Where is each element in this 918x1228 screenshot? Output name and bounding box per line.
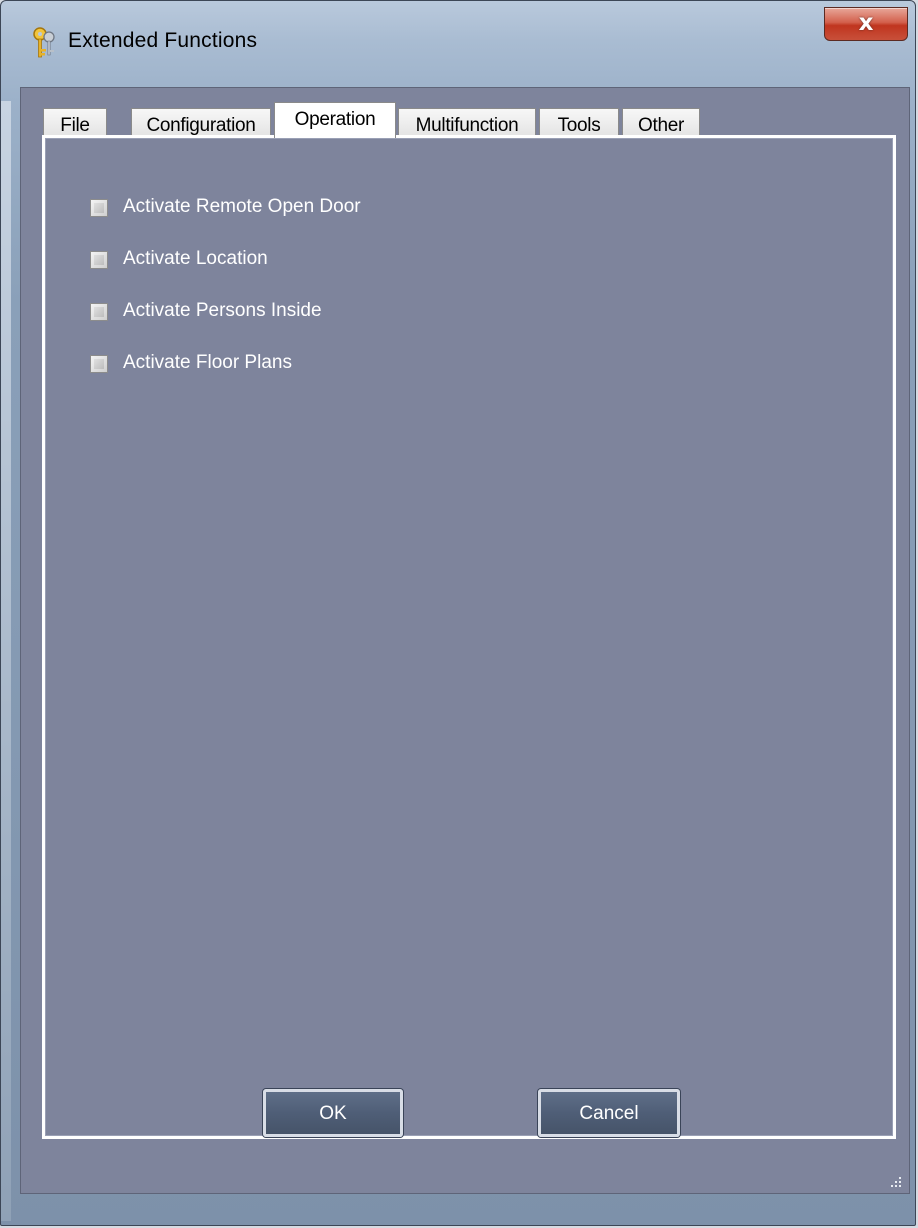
tab-page-inner-border — [45, 138, 893, 1136]
window-frame-edge — [1, 101, 11, 1221]
title-bar[interactable]: Extended Functions x — [1, 1, 915, 81]
tab-multifunction[interactable]: Multifunction — [398, 108, 536, 136]
floor-plans-checkbox[interactable] — [90, 355, 108, 373]
persons-inside-checkbox[interactable] — [90, 303, 108, 321]
floor-plans-label[interactable]: Activate Floor Plans — [123, 352, 292, 374]
ok-button[interactable]: OK — [263, 1089, 403, 1137]
persons-inside-label[interactable]: Activate Persons Inside — [123, 300, 322, 322]
remote-open-door-label[interactable]: Activate Remote Open Door — [123, 196, 361, 218]
operation-tab-page: Activate Remote Open Door Activate Locat… — [42, 135, 896, 1139]
location-checkbox[interactable] — [90, 251, 108, 269]
close-icon: x — [858, 10, 874, 36]
window-title: Extended Functions — [68, 29, 258, 52]
remote-open-door-checkbox[interactable] — [90, 199, 108, 217]
tab-file[interactable]: File — [43, 108, 107, 136]
close-button[interactable]: x — [824, 7, 908, 41]
tab-operation[interactable]: Operation — [274, 102, 396, 138]
dialog-window: Extended Functions x File Configuration … — [0, 0, 916, 1226]
resize-grip-icon[interactable] — [889, 1175, 903, 1189]
dialog-client-area: File Configuration Operation Multifuncti… — [20, 87, 910, 1194]
tab-tools[interactable]: Tools — [539, 108, 619, 136]
tab-configuration[interactable]: Configuration — [131, 108, 271, 136]
tab-other[interactable]: Other — [622, 108, 700, 136]
keys-icon — [33, 27, 55, 58]
cancel-button[interactable]: Cancel — [538, 1089, 680, 1137]
location-label[interactable]: Activate Location — [123, 248, 268, 270]
